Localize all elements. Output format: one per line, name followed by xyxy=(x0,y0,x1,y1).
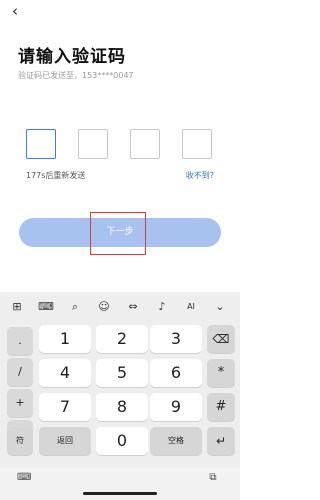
keyboard-switch-icon[interactable]: ⌨ xyxy=(17,472,31,484)
backspace-key[interactable]: ⌫ xyxy=(207,325,235,353)
chevron-left-icon: ‹ xyxy=(12,2,18,20)
clipboard-icon[interactable]: ⧉ xyxy=(206,472,220,484)
not-received-link[interactable]: 收不到? xyxy=(186,170,214,181)
key-4[interactable]: 4 xyxy=(39,359,91,387)
backspace-icon: ⌫ xyxy=(212,332,230,346)
keyboard-toolbar: ⊞ ⌨ ⌕ ☺ ⇔ ♪ AI ⌄ xyxy=(0,292,240,322)
emoji-icon[interactable]: ☺ xyxy=(96,299,112,315)
key-6[interactable]: 6 xyxy=(150,359,202,387)
resend-countdown: 177s后重新发送 xyxy=(26,171,86,180)
return-key[interactable]: 返回 xyxy=(39,427,91,455)
key-hash[interactable]: # xyxy=(207,393,235,421)
key-9[interactable]: 9 xyxy=(150,393,202,421)
search-icon[interactable]: ⌕ xyxy=(67,299,83,315)
keyboard-bottom-bar: ⌨ ⧉ xyxy=(0,468,240,500)
collapse-icon[interactable]: ⌄ xyxy=(212,299,228,315)
home-indicator xyxy=(83,492,157,495)
key-5[interactable]: 5 xyxy=(96,359,148,387)
key-slash[interactable]: / xyxy=(7,358,33,386)
cursor-icon[interactable]: ⇔ xyxy=(125,299,141,315)
code-box-2[interactable] xyxy=(78,129,108,159)
key-8[interactable]: 8 xyxy=(96,393,148,421)
verification-code-inputs xyxy=(26,129,214,159)
microphone-icon[interactable]: ♪ xyxy=(154,299,170,315)
key-0[interactable]: 0 xyxy=(96,427,148,455)
app-grid-icon[interactable]: ⊞ xyxy=(9,299,25,315)
key-plus[interactable]: + xyxy=(7,389,33,417)
enter-key[interactable]: ↵ xyxy=(207,427,235,455)
space-key[interactable]: 空格 xyxy=(150,427,202,455)
code-box-1[interactable] xyxy=(26,129,56,159)
keyboard-icon[interactable]: ⌨ xyxy=(38,299,54,315)
highlight-box xyxy=(90,212,146,255)
key-3[interactable]: 3 xyxy=(150,325,202,353)
symbols-key[interactable]: 符 xyxy=(7,427,33,455)
key-2[interactable]: 2 xyxy=(96,325,148,353)
sent-to-text: 验证码已发送至，153****0047 xyxy=(18,71,134,80)
key-dot[interactable]: . xyxy=(7,327,33,355)
key-asterisk[interactable]: * xyxy=(207,359,235,387)
page-title: 请输入验证码 xyxy=(18,47,126,67)
key-7[interactable]: 7 xyxy=(39,393,91,421)
enter-icon: ↵ xyxy=(215,434,227,448)
ai-icon[interactable]: AI xyxy=(183,299,199,315)
code-box-4[interactable] xyxy=(182,129,212,159)
back-button[interactable]: ‹ xyxy=(6,2,24,20)
code-box-3[interactable] xyxy=(130,129,160,159)
key-1[interactable]: 1 xyxy=(39,325,91,353)
